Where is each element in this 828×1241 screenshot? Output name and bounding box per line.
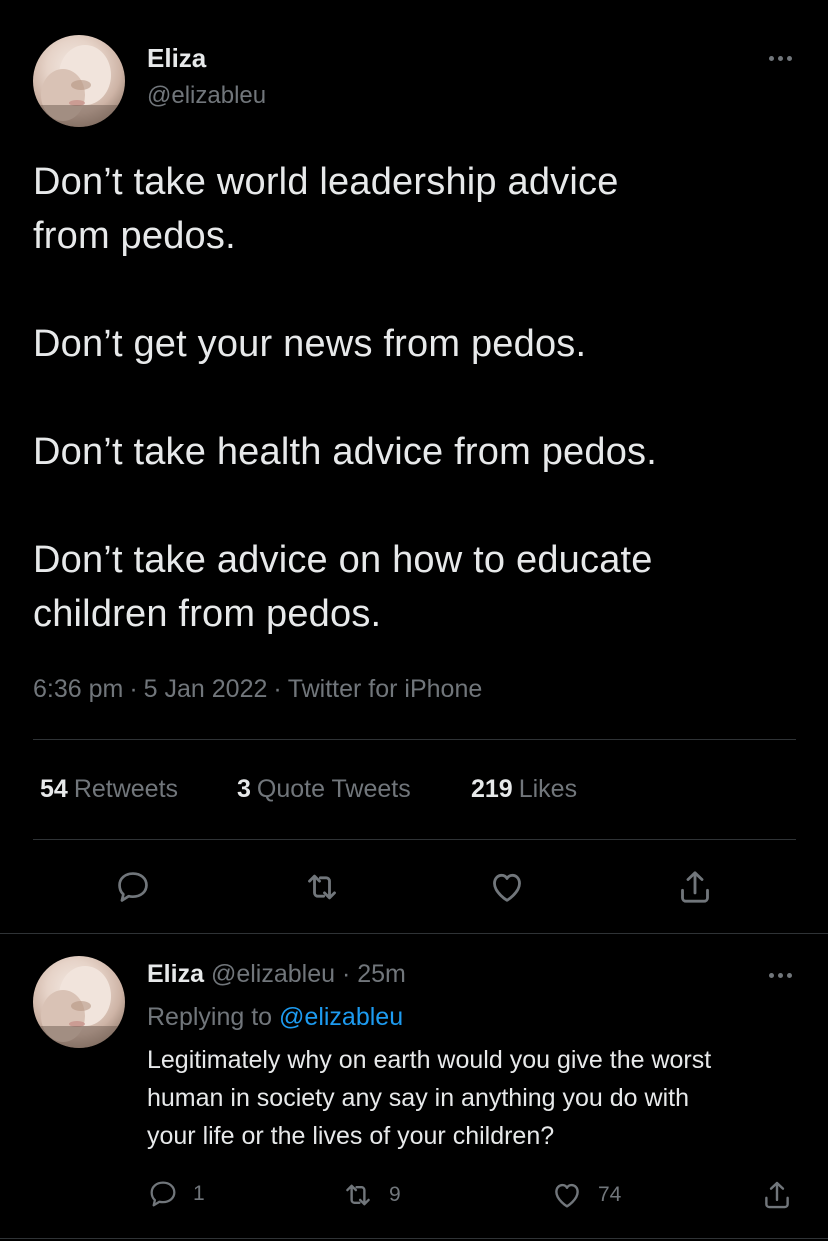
reply-time[interactable]: 25m: [357, 960, 406, 988]
heart-icon: [555, 1183, 579, 1208]
quote-tweets-label: Quote Tweets: [256, 775, 411, 803]
meta-separator: ·: [129, 675, 138, 703]
reply-retweet-button[interactable]: 9: [341, 1178, 401, 1212]
retweets-count: 54: [40, 775, 68, 803]
reply-author-handle[interactable]: @elizableu: [211, 960, 335, 988]
tweet-line: Don’t get your news from pedos.: [33, 323, 587, 365]
share-button[interactable]: [674, 866, 716, 908]
retweets-stat[interactable]: 54 Retweets: [40, 775, 178, 804]
author-handle[interactable]: @elizableu: [147, 82, 266, 110]
comment-icon: [118, 872, 148, 902]
meta-separator: ·: [273, 675, 282, 703]
reply-author-avatar[interactable]: [33, 956, 125, 1048]
replying-to: Replying to @elizableu: [147, 1003, 403, 1032]
likes-label: Likes: [518, 775, 578, 803]
retweet-button[interactable]: [300, 866, 344, 908]
quote-tweets-stat[interactable]: 3 Quote Tweets: [237, 775, 411, 804]
reply-header: Eliza @elizableu · 25m: [147, 960, 406, 989]
comment-icon: [150, 1181, 176, 1207]
tweet-date[interactable]: 5 Jan 2022: [144, 675, 268, 703]
likes-count: 219: [471, 775, 513, 803]
reply-line: Legitimately why on earth would you give…: [147, 1046, 712, 1074]
reply-replies-count: 1: [193, 1182, 205, 1205]
reply-reply-button[interactable]: 1: [147, 1178, 205, 1210]
reply-likes-count: 74: [598, 1183, 622, 1206]
reply-line: your life or the lives of your children?: [147, 1122, 555, 1150]
tweet-time[interactable]: 6:36 pm: [33, 675, 123, 703]
divider: [33, 739, 796, 740]
share-icon: [681, 871, 709, 903]
reply-line: human in society any say in anything you…: [147, 1084, 689, 1112]
replying-prefix: Replying to: [147, 1003, 273, 1031]
retweets-label: Retweets: [73, 775, 179, 803]
divider: [0, 1238, 828, 1239]
tweet-line: from pedos.: [33, 215, 236, 257]
reply-retweets-count: 9: [389, 1183, 401, 1206]
retweet-icon: [308, 874, 336, 900]
reply-share-button[interactable]: [760, 1178, 794, 1212]
tweet-line: Don’t take world leadership advice: [33, 161, 619, 203]
author-avatar[interactable]: [33, 35, 125, 127]
more-options-icon[interactable]: [760, 48, 800, 68]
quote-tweets-count: 3: [237, 775, 251, 803]
reply-separator: ·: [341, 960, 351, 988]
reply-button[interactable]: [112, 866, 154, 908]
divider: [33, 839, 796, 840]
reply-more-options-icon[interactable]: [760, 965, 800, 985]
tweet-line: Don’t take advice on how to educate: [33, 539, 653, 581]
reply-author-name[interactable]: Eliza: [147, 960, 204, 988]
like-button[interactable]: [486, 866, 528, 908]
replying-mention-link[interactable]: @elizableu: [279, 1003, 403, 1031]
tweet-line: children from pedos.: [33, 593, 382, 635]
share-icon: [765, 1181, 789, 1209]
retweet-icon: [346, 1184, 370, 1206]
heart-icon: [493, 873, 521, 902]
tweet-source[interactable]: Twitter for iPhone: [288, 675, 483, 703]
tweet-metadata: 6:36 pm · 5 Jan 2022 · Twitter for iPhone: [33, 675, 482, 704]
likes-stat[interactable]: 219 Likes: [471, 775, 577, 804]
avatar-portrait-icon: [33, 45, 125, 127]
avatar-portrait-icon: [33, 966, 125, 1048]
divider: [0, 933, 828, 934]
author-name[interactable]: Eliza: [147, 43, 206, 74]
tweet-line: Don’t take health advice from pedos.: [33, 431, 657, 473]
reply-like-button[interactable]: 74: [550, 1178, 621, 1212]
